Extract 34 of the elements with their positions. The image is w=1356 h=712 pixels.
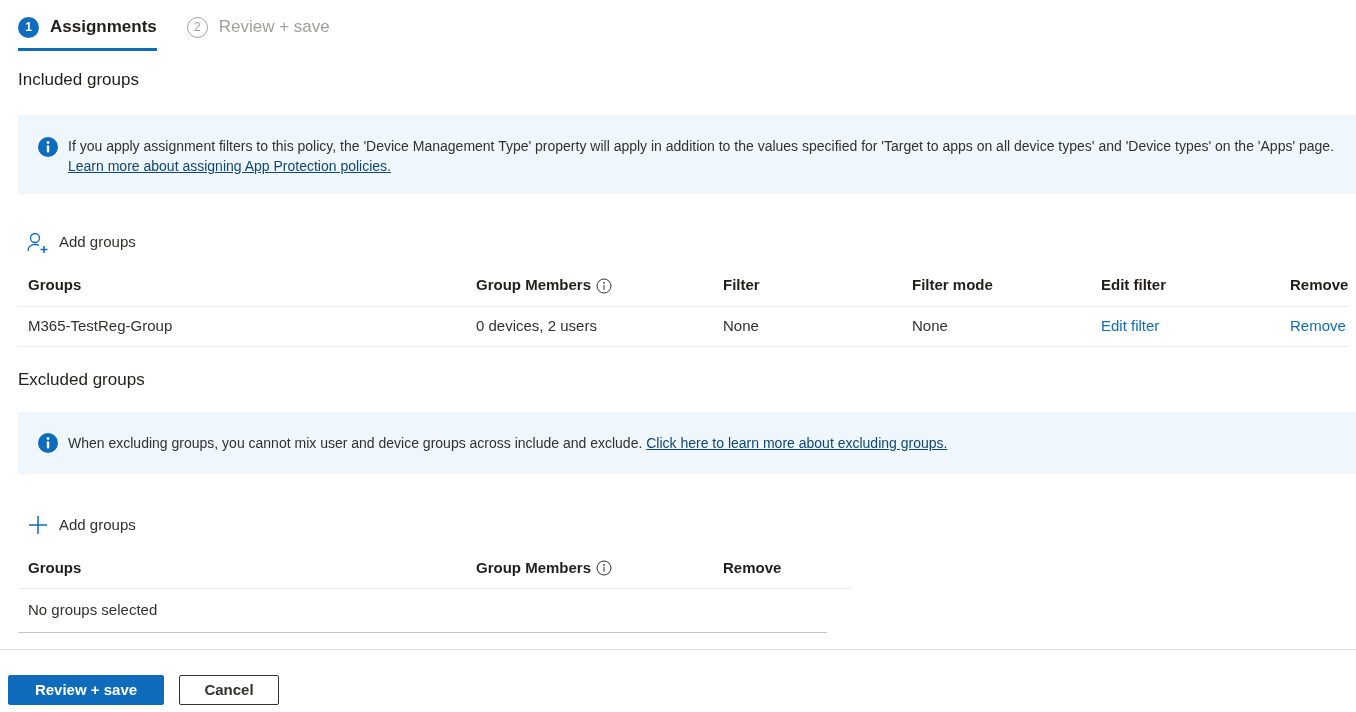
info-message: When excluding groups, you cannot mix user and device groups across include and exclude. Click here to learn more about excluding groups. [68, 434, 948, 453]
learn-more-link[interactable]: Click here to learn more about excluding groups. [646, 435, 948, 451]
table-cell-text: M365-TestReg-Group [28, 315, 173, 336]
table-link[interactable]: Remove [1290, 314, 1346, 338]
column-header: Remove [723, 557, 782, 578]
empty-message: No groups selected [28, 600, 158, 621]
column-header: Filter [723, 275, 760, 296]
column-header: Group Members [476, 275, 592, 296]
column-header: Remove [1290, 275, 1349, 296]
section-heading: Excluded groups [18, 368, 146, 391]
column-header: Filter mode [912, 275, 993, 296]
info-message: If you apply assignment filters to this policy, the 'Device Management Type' property will apply in addition to the values specified for 'Target to apps on all device types' and 'Device types' on the 'Apps' page. Learn more about assigning App Protection policies. [68, 136, 1335, 176]
review-save-button[interactable]: Review + save [8, 675, 164, 705]
step-tab[interactable]: 1 Assignments [18, 16, 157, 51]
table-cell-text: 0 devices, 2 users [476, 315, 597, 336]
info-icon [38, 136, 58, 157]
step-number: 1 [18, 16, 39, 38]
info-icon[interactable] [596, 560, 613, 576]
cancel-button[interactable]: Cancel [179, 675, 279, 705]
column-header: Groups [28, 275, 82, 296]
column-header: Edit filter [1101, 275, 1166, 296]
info-icon [38, 433, 58, 453]
table-link[interactable]: Edit filter [1101, 314, 1160, 338]
add-groups-button[interactable]: Add groups [27, 512, 136, 538]
column-header: Groups [28, 557, 82, 578]
table-cell-text: None [723, 315, 759, 336]
info-icon[interactable] [596, 277, 613, 294]
learn-more-link[interactable]: Learn more about assigning App Protection policies. [68, 157, 391, 174]
column-header: Group Members [476, 557, 592, 578]
plus-icon [27, 514, 49, 536]
add-person-icon [27, 231, 49, 254]
table-cell-text: None [912, 315, 948, 336]
add-groups-button[interactable]: Add groups [27, 229, 136, 256]
section-heading: Included groups [18, 69, 140, 91]
